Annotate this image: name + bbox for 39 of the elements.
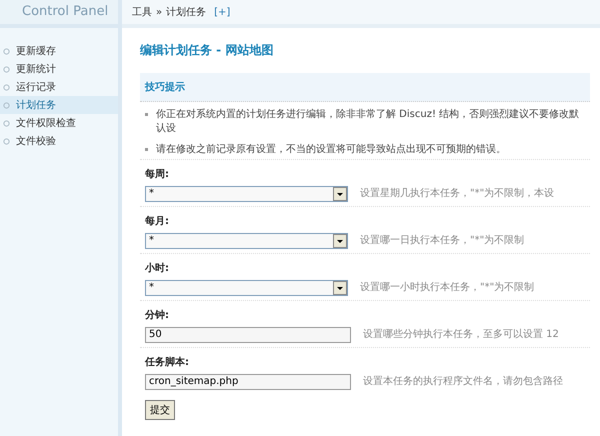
page-title: 编辑计划任务 - 网站地图 bbox=[140, 42, 274, 59]
circle-icon bbox=[3, 102, 10, 108]
logo-text: Control Panel bbox=[0, 0, 118, 28]
field-label: 分钟: bbox=[140, 300, 590, 324]
sidebar-item[interactable]: 计划任务 bbox=[0, 96, 118, 114]
tip-text: 你正在对系统内置的计划任务进行编辑，除非非常了解 Discuz! 结构，否则强烈建议不要修改默认设 bbox=[156, 108, 580, 135]
hint-text: 设置哪一小时执行本任务，"*"为不限制 bbox=[360, 281, 534, 294]
circle-icon bbox=[3, 66, 10, 72]
sidebar-item[interactable]: 文件权限检查 bbox=[0, 114, 118, 132]
sidebar-item[interactable]: 运行记录 bbox=[0, 78, 118, 96]
dropdown[interactable]: * bbox=[145, 232, 348, 248]
circle-icon bbox=[3, 120, 10, 126]
field-label: 小时: bbox=[140, 252, 590, 278]
field-label: 每周: bbox=[140, 158, 590, 184]
text-field[interactable]: 50 bbox=[145, 326, 351, 342]
circle-icon bbox=[3, 84, 10, 90]
sidebar-item[interactable]: 更新统计 bbox=[0, 60, 118, 78]
dropdown[interactable]: * bbox=[145, 186, 348, 202]
hint-text: 设置本任务的执行程序文件名，请勿包含路径 bbox=[363, 375, 563, 388]
breadcrumb-separator: » bbox=[156, 6, 162, 18]
circle-icon bbox=[3, 138, 10, 144]
tip-text: 请在修改之前记录原有设置，不当的设置将可能导致站点出现不可预期的错误。 bbox=[156, 143, 506, 156]
bullet-icon bbox=[145, 113, 148, 116]
breadcrumb-link[interactable]: 工具 bbox=[132, 5, 152, 19]
submit-button[interactable]: 提交 bbox=[145, 400, 175, 420]
hint-text: 设置哪些分钟执行本任务，至多可以设置 12 bbox=[363, 328, 559, 341]
tips-header: 技巧提示 bbox=[140, 73, 590, 102]
sidebar-item[interactable]: 更新缓存 bbox=[0, 42, 118, 60]
hint-text: 设置星期几执行本任务，"*"为不限制，本设 bbox=[360, 187, 554, 200]
hint-text: 设置哪一日执行本任务，"*"为不限制 bbox=[360, 234, 524, 247]
dropdown[interactable]: * bbox=[145, 280, 348, 296]
add-link[interactable]: [+] bbox=[214, 6, 230, 18]
bullet-icon bbox=[145, 148, 148, 151]
sidebar-item[interactable]: 文件校验 bbox=[0, 132, 118, 150]
field-label: 每月: bbox=[140, 206, 590, 230]
breadcrumb-link[interactable]: 计划任务 bbox=[166, 5, 206, 19]
text-field[interactable]: cron_sitemap.php bbox=[145, 374, 351, 390]
circle-icon bbox=[3, 48, 10, 54]
field-label: 任务脚本: bbox=[140, 346, 590, 372]
